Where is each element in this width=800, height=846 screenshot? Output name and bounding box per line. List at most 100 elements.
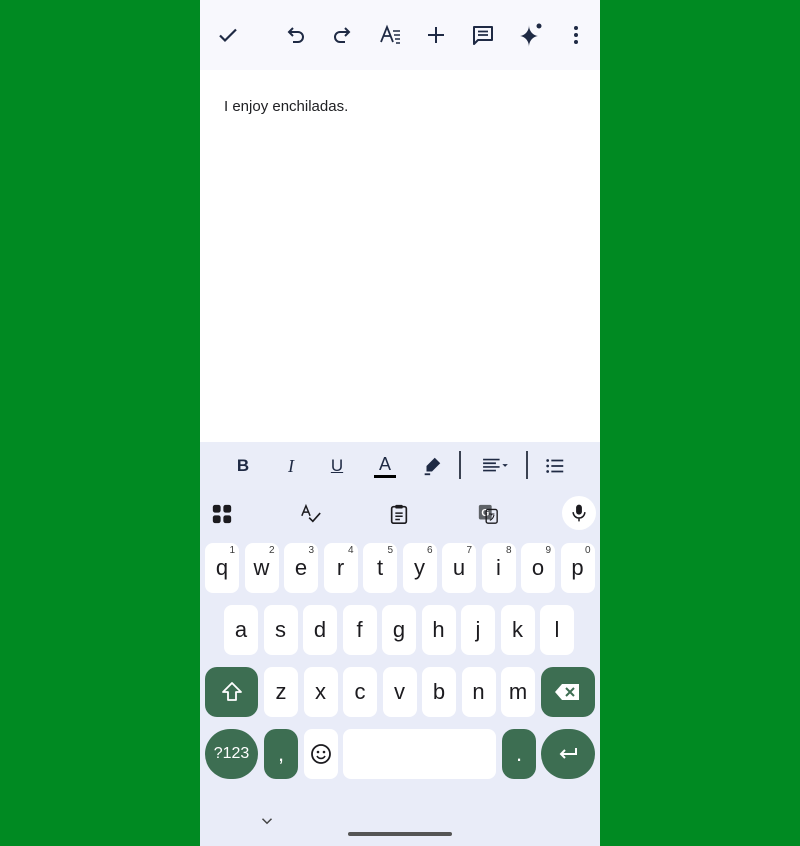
key-label: y (414, 555, 425, 580)
text-color-label: A (378, 453, 391, 474)
key-o[interactable]: o9 (521, 543, 555, 593)
key-label: z (275, 679, 287, 704)
symbols-key[interactable]: ?123 (205, 729, 258, 779)
key-label: k (512, 617, 523, 642)
phone-screen: I enjoy enchiladas. B I U A G q 1 w 2 e … (200, 0, 600, 846)
align-dropdown-icon[interactable] (477, 452, 513, 480)
key-n[interactable]: n (461, 667, 496, 717)
enter-key[interactable] (541, 729, 595, 779)
key-label: n (472, 679, 485, 704)
key-d[interactable]: d (303, 605, 337, 655)
key-x[interactable]: x (303, 667, 338, 717)
key-label: s (275, 617, 286, 642)
document-canvas[interactable]: I enjoy enchiladas. (200, 70, 600, 442)
key-hint: 6 (426, 545, 433, 556)
key-t[interactable]: t5 (363, 543, 397, 593)
apps-grid-icon[interactable] (206, 498, 238, 530)
add-icon[interactable] (420, 19, 452, 51)
check-icon[interactable] (212, 19, 244, 51)
key-label: b (432, 679, 446, 704)
text-color-swatch (374, 474, 396, 478)
underline-label: U (330, 456, 344, 475)
bold-icon[interactable]: B (229, 452, 257, 480)
text-format-icon[interactable] (374, 19, 406, 51)
key-s[interactable]: s (263, 605, 298, 655)
key-label: v (394, 679, 405, 704)
key-a[interactable]: a (224, 605, 258, 655)
key-hint: 1 (229, 545, 235, 556)
mic-icon[interactable] (562, 496, 596, 530)
key-hint: 9 (545, 545, 551, 556)
key-label: i (496, 555, 501, 580)
key-label: q (215, 555, 229, 580)
key-k[interactable]: k (500, 605, 535, 655)
undo-icon[interactable] (280, 19, 312, 51)
redo-icon[interactable] (326, 19, 358, 51)
underline-icon[interactable]: U (323, 452, 351, 480)
key-label: o (531, 555, 545, 580)
document-text[interactable]: I enjoy enchiladas. (224, 98, 348, 115)
key-label: r (336, 555, 345, 580)
key-label: d (313, 617, 327, 642)
navigation-handle[interactable] (348, 832, 452, 836)
bold-label: B (236, 456, 250, 475)
hide-keyboard-icon[interactable] (258, 812, 276, 830)
key-label: c (354, 679, 366, 704)
period-key[interactable]: . (502, 729, 536, 779)
key-hint: 2 (268, 545, 275, 556)
text-color-icon[interactable]: A (371, 452, 399, 480)
translate-icon[interactable]: G (472, 498, 504, 530)
top-toolbar (200, 0, 600, 70)
highlight-icon[interactable] (418, 452, 446, 480)
key-label: m (508, 679, 528, 704)
key-label: j (475, 617, 481, 642)
key-hint: 3 (308, 545, 314, 556)
key-label: g (392, 617, 406, 642)
key-w[interactable]: w2 (244, 543, 279, 593)
key-label: h (432, 617, 445, 642)
bulleted-list-icon[interactable] (541, 452, 569, 480)
key-hint: 5 (387, 545, 393, 556)
divider (526, 451, 528, 479)
key-p[interactable]: p0 (560, 543, 595, 593)
key-b[interactable]: b (422, 667, 456, 717)
key-label: x (315, 679, 326, 704)
more-vert-icon[interactable] (560, 19, 592, 51)
key-q[interactable]: q1 (205, 543, 239, 593)
key-label: e (294, 555, 308, 580)
key-label: f (356, 617, 363, 642)
key-f[interactable]: f (342, 605, 377, 655)
comment-icon[interactable] (467, 19, 499, 51)
comma-key[interactable]: , (264, 729, 298, 779)
key-g[interactable]: g (382, 605, 416, 655)
key-v[interactable]: v (382, 667, 417, 717)
key-l[interactable]: l (540, 605, 574, 655)
gemini-sparkle-icon[interactable] (514, 19, 546, 51)
key-i[interactable]: i8 (481, 543, 516, 593)
key-r[interactable]: r4 (323, 543, 358, 593)
key-m[interactable]: m (501, 667, 535, 717)
key-label: l (554, 617, 560, 642)
key-y[interactable]: y6 (402, 543, 437, 593)
key-h[interactable]: h (421, 605, 456, 655)
italic-icon[interactable]: I (277, 452, 305, 480)
key-label: w (253, 555, 270, 580)
clipboard-icon[interactable] (383, 498, 415, 530)
key-c[interactable]: c (343, 667, 377, 717)
key-label: p (571, 555, 584, 580)
key-hint: 0 (584, 545, 591, 556)
shift-key[interactable] (205, 667, 258, 717)
key-e[interactable]: e3 (284, 543, 318, 593)
key-z[interactable]: z (264, 667, 298, 717)
spellcheck-icon[interactable] (295, 498, 327, 530)
onscreen-keyboard: G q1w2e3r4t5y6u7i8o9p0 asdfghjkl zxcvbnm… (200, 490, 600, 846)
key-j[interactable]: j (461, 605, 495, 655)
key-u[interactable]: u7 (442, 543, 476, 593)
backspace-key[interactable] (541, 667, 595, 717)
italic-label: I (288, 455, 294, 476)
divider (459, 451, 461, 479)
emoji-key[interactable] (304, 729, 338, 779)
key-label: t (376, 555, 384, 580)
space-key[interactable] (343, 729, 496, 779)
key-hint: 8 (505, 545, 512, 556)
